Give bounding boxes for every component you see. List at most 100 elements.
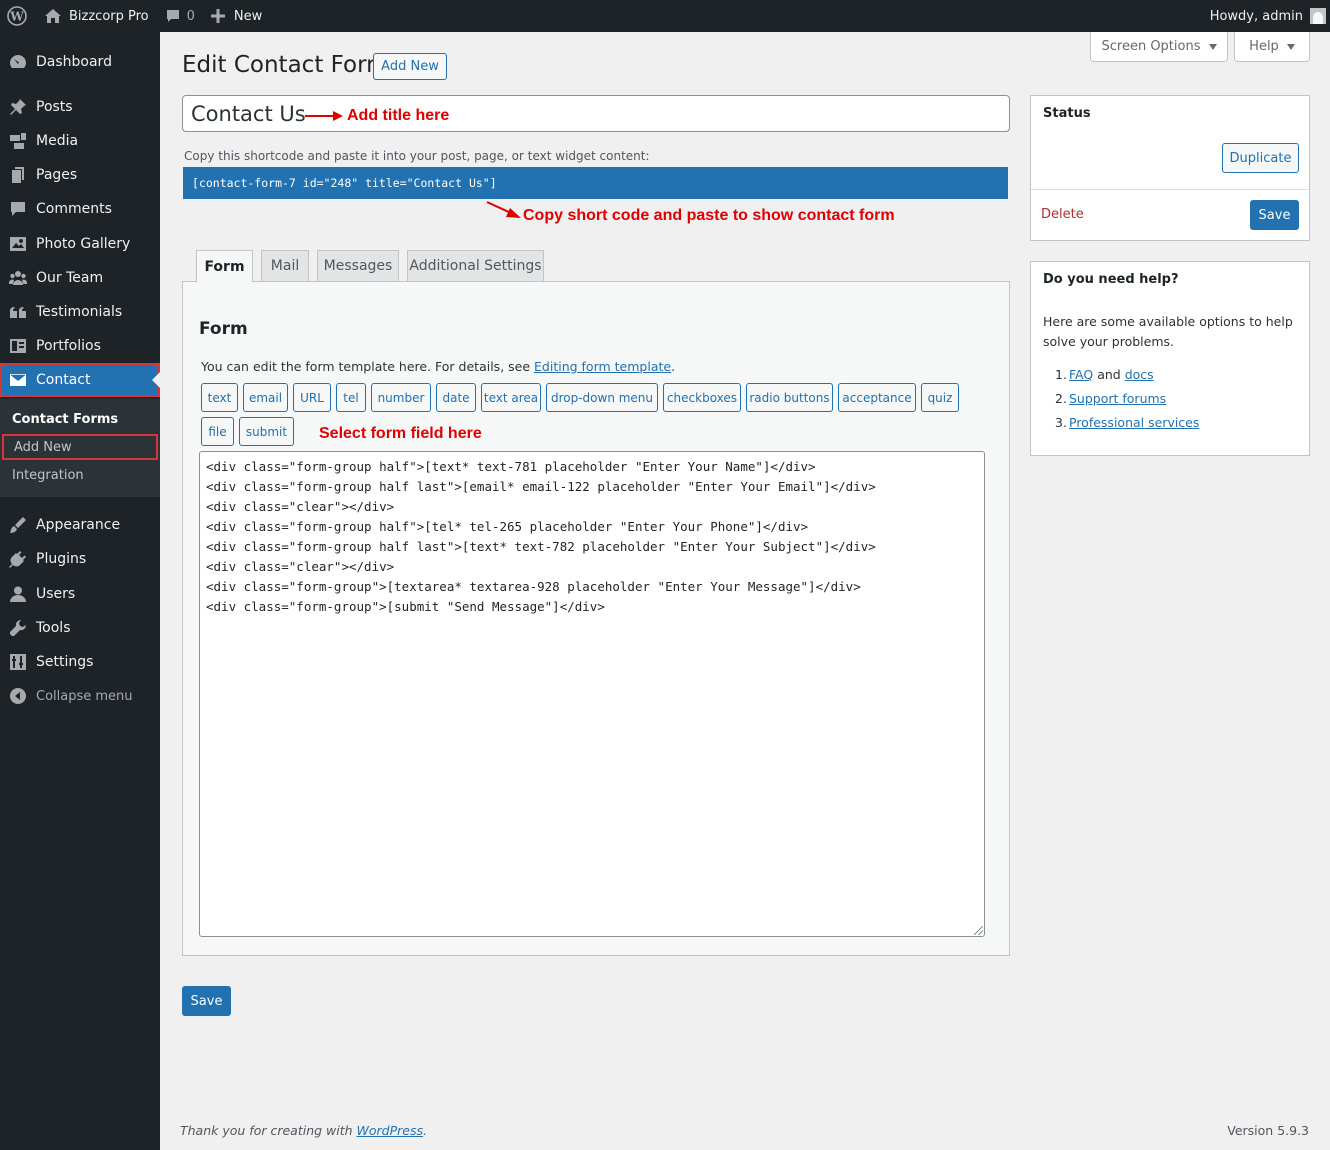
account-menu[interactable]: Howdy, admin [1202,0,1330,32]
pin-icon [0,90,36,124]
portfolio-icon [0,329,36,363]
footer-credit: Thank you for creating with WordPress. [180,1123,427,1138]
tag-button-text-area[interactable]: text area [481,383,541,412]
shortcode-value: [contact-form-7 id="248" title="Contact … [192,176,497,190]
help-list: 1. FAQ and docs 2. Support forums 3. Profes… [1055,363,1199,435]
list-item: 3. Professional services [1055,415,1200,430]
tag-button-tel[interactable]: tel [336,383,366,412]
tab-additional-settings[interactable]: Additional Settings [407,250,544,282]
comment-bubble-icon [166,10,179,22]
list-item: 1. FAQ and docs [1055,367,1154,382]
tab-messages[interactable]: Messages [317,250,399,282]
menu-item-testimonials[interactable]: Testimonials [0,295,160,329]
tag-button-checkboxes[interactable]: checkboxes [663,383,741,412]
tag-button-date[interactable]: date [436,383,476,412]
menu-item-media[interactable]: Media [0,124,160,158]
menu-item-dashboard[interactable]: Dashboard [0,45,160,79]
faq-link[interactable]: FAQ [1069,367,1093,382]
greeting: Howdy, admin [1209,8,1303,24]
new-content-link[interactable]: New [203,0,270,32]
menu-item-users[interactable]: Users [0,577,160,611]
annotation-form-fields: Select form field here [319,425,482,442]
shortcode-field[interactable]: [contact-form-7 id="248" title="Contact … [183,167,1008,199]
tag-button-acceptance[interactable]: acceptance [838,383,916,412]
duplicate-button[interactable]: Duplicate [1222,143,1299,173]
quote-icon [0,295,36,329]
save-button-bottom[interactable]: Save [182,986,231,1016]
tag-button-quiz[interactable]: quiz [921,383,959,412]
version-text: Version 5.9.3 [1227,1123,1309,1138]
media-icon [0,124,36,158]
wrench-icon [0,611,36,645]
tag-button-radio-buttons[interactable]: radio buttons [746,383,833,412]
brush-icon [0,508,36,542]
menu-item-portfolios[interactable]: Portfolios [0,329,160,363]
help-button[interactable]: Help [1234,32,1310,62]
support-forums-link[interactable]: Support forums [1069,391,1166,406]
svg-text:W: W [9,10,24,24]
tag-button-email[interactable]: email [243,383,288,412]
menu-item-settings[interactable]: Settings [0,645,160,679]
form-title-value: Contact Us [191,101,306,126]
menu-item-posts[interactable]: Posts [0,90,160,124]
wordpress-link[interactable]: WordPress [357,1123,423,1138]
delete-link[interactable]: Delete [1041,207,1084,222]
submenu-add-new[interactable]: Add New [2,434,158,460]
annotation-arrow-shortcode [486,201,521,218]
docs-link[interactable]: docs [1125,367,1154,382]
user-icon [0,577,36,611]
screen-options-button[interactable]: Screen Options [1090,32,1228,62]
comments-icon [0,192,36,226]
menu-item-photo-gallery[interactable]: Photo Gallery [0,227,160,261]
plus-icon [210,9,225,23]
tag-button-url[interactable]: URL [293,383,331,412]
shortcode-label: Copy this shortcode and paste it into yo… [184,149,650,163]
caret-down-icon [1286,43,1295,50]
submenu-contact-forms[interactable]: Contact Forms [0,406,160,432]
code-line: <div class="form-group half">[tel* tel-2… [206,519,809,534]
tag-button-number[interactable]: number [371,383,431,412]
help-box-text: Here are some available options to help … [1043,314,1293,349]
add-new-button[interactable]: Add New [373,53,447,80]
editing-form-template-link[interactable]: Editing form template [534,359,671,374]
current-menu-arrow [152,372,160,388]
settings-icon [0,645,36,679]
submenu-integration[interactable]: Integration [0,462,160,488]
caret-down-icon [1208,43,1217,50]
resize-handle[interactable] [974,926,983,935]
site-name: Bizzcorp Pro [69,8,149,24]
save-button-status[interactable]: Save [1250,200,1299,230]
menu-item-pages[interactable]: Pages [0,158,160,192]
contact-submenu: Contact Forms Add New Integration [0,399,160,497]
tab-mail[interactable]: Mail [261,250,309,282]
page-title: Edit Contact Form [182,52,389,78]
collapse-menu-button[interactable]: Collapse menu [0,679,160,713]
tag-button-submit[interactable]: submit [239,417,294,446]
tab-form[interactable]: Form [196,250,253,283]
tag-button-drop-down-menu[interactable]: drop-down menu [546,383,658,412]
tag-button-text[interactable]: text [201,383,238,412]
code-line: <div class="clear"></div> [206,559,395,574]
professional-services-link[interactable]: Professional services [1069,415,1199,430]
menu-item-appearance[interactable]: Appearance [0,508,160,542]
comments-count: 0 [186,8,195,24]
envelope-icon [0,363,36,397]
gallery-icon [0,227,36,261]
form-panel-description: You can edit the form template here. For… [201,359,676,374]
menu-item-tools[interactable]: Tools [0,611,160,645]
annotation-title: Add title here [347,107,450,124]
menu-item-contact[interactable]: Contact [0,363,160,397]
menu-item-plugins[interactable]: Plugins [0,542,160,576]
admin-bar: W Bizzcorp Pro 0 New Howdy, admin [0,0,1330,32]
form-panel-title: Form [199,319,248,339]
code-line: <div class="clear"></div> [206,499,395,514]
menu-item-comments[interactable]: Comments [0,192,160,226]
avatar [1310,8,1326,24]
form-template-editor[interactable]: <div class="form-group half">[text* text… [199,451,985,937]
wordpress-logo-icon[interactable]: W [0,0,36,32]
tag-button-file[interactable]: file [201,417,234,446]
menu-item-our-team[interactable]: Our Team [0,261,160,295]
comments-link[interactable]: 0 [157,0,203,32]
home-icon [45,9,61,23]
site-name-link[interactable]: Bizzcorp Pro [36,0,157,32]
